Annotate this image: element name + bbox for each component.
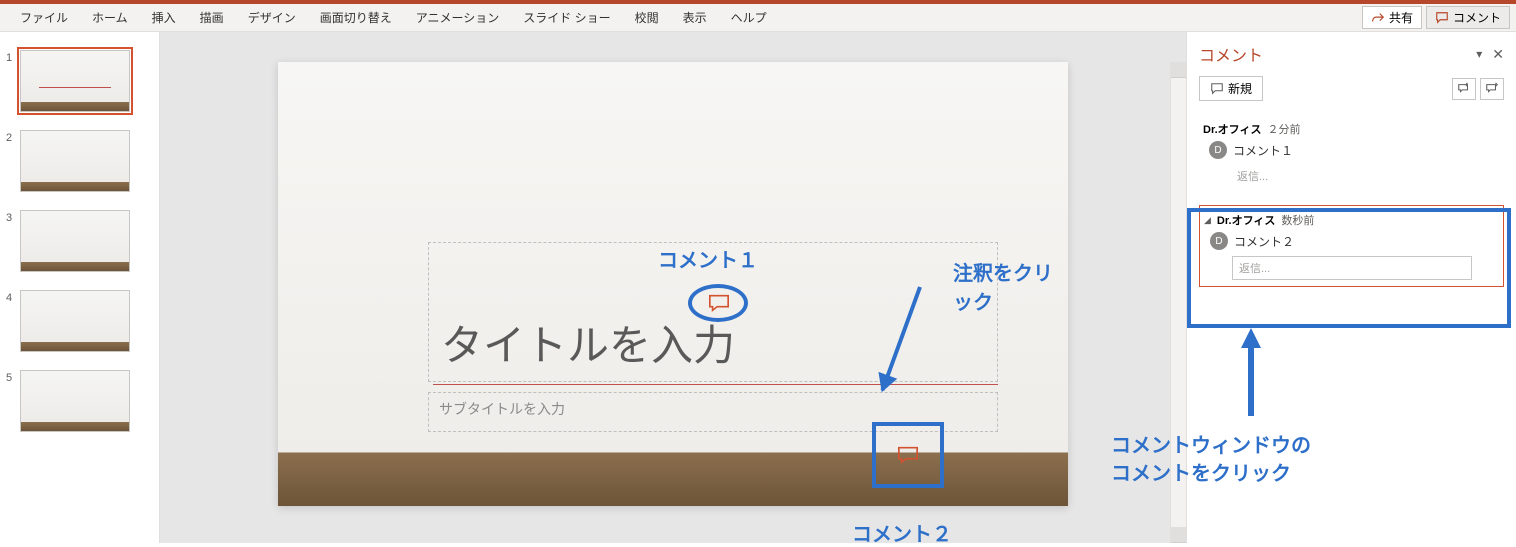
thumbnail-3[interactable] — [20, 210, 130, 272]
next-comment-icon — [1485, 82, 1499, 96]
comment-time: ２分前 — [1267, 121, 1300, 137]
share-button[interactable]: 共有 — [1362, 6, 1422, 29]
annotation-pane-label: コメントウィンドウの コメントをクリック — [1111, 432, 1311, 488]
comment-author: Dr.オフィス — [1203, 121, 1261, 137]
ribbon: ファイル ホーム 挿入 描画 デザイン 画面切り替え アニメーション スライド … — [0, 4, 1516, 32]
new-comment-icon — [1210, 82, 1224, 96]
thumbnail-4[interactable] — [20, 290, 130, 352]
comment-icon — [1435, 11, 1449, 25]
share-label: 共有 — [1389, 9, 1413, 26]
new-comment-button[interactable]: 新規 — [1199, 76, 1263, 101]
scroll-up-button[interactable] — [1171, 62, 1186, 78]
annotation-pane-arrow — [1241, 328, 1255, 418]
tab-insert[interactable]: 挿入 — [140, 4, 188, 32]
thumbnail-row[interactable]: 5 — [6, 370, 149, 432]
tab-slideshow[interactable]: スライド ショー — [511, 4, 622, 32]
title-placeholder-text: タイトルを入力 — [441, 312, 735, 373]
annotation-label-click: 注釈をクリック — [953, 257, 1068, 315]
thumbnail-number: 2 — [6, 130, 20, 144]
comments-pane-title: コメント — [1199, 42, 1263, 66]
thumbnail-row[interactable]: 3 — [6, 210, 149, 272]
tab-draw[interactable]: 描画 — [188, 4, 236, 32]
comment-text: コメント２ — [1234, 233, 1294, 250]
thumbnail-row[interactable]: 4 — [6, 290, 149, 352]
share-icon — [1371, 11, 1385, 25]
prev-comment-button[interactable] — [1452, 78, 1476, 100]
thumbnail-row[interactable]: 1 — [6, 50, 149, 112]
subtitle-placeholder-text: サブタイトルを入力 — [439, 401, 565, 417]
thumbnail-1[interactable] — [20, 50, 130, 112]
reply-input[interactable]: 返信... — [1231, 165, 1500, 187]
comments-pane: コメント ▾ ✕ 新規 Dr.オフィス — [1186, 32, 1516, 543]
prev-comment-icon — [1457, 82, 1471, 96]
scroll-down-button[interactable] — [1171, 527, 1186, 543]
main-area: 1 2 3 4 5 タイトルを入力 サブタイトルを入力 — [0, 32, 1516, 543]
tab-file[interactable]: ファイル — [8, 4, 80, 32]
next-comment-button[interactable] — [1480, 78, 1504, 100]
thumbnail-number: 3 — [6, 210, 20, 224]
tab-review[interactable]: 校閲 — [623, 4, 671, 32]
thumbnail-number: 1 — [6, 50, 20, 64]
tab-animations[interactable]: アニメーション — [404, 4, 512, 32]
collapse-triangle-icon[interactable]: ◢ — [1204, 215, 1211, 226]
comment-toggle-button[interactable]: コメント — [1426, 6, 1510, 29]
comment-time: 数秒前 — [1281, 212, 1314, 228]
comment-author: Dr.オフィス — [1217, 212, 1275, 228]
slide-canvas[interactable]: タイトルを入力 サブタイトルを入力 コメント１ 注釈をクリック コメント２ — [278, 62, 1068, 506]
pane-close-button[interactable]: ✕ — [1492, 46, 1504, 63]
thumbnail-2[interactable] — [20, 130, 130, 192]
comment-thread-selected[interactable]: ◢ Dr.オフィス 数秒前 D コメント２ 返信... — [1199, 205, 1504, 287]
thumbnail-5[interactable] — [20, 370, 130, 432]
avatar: D — [1210, 232, 1228, 250]
thumbnail-number: 4 — [6, 290, 20, 304]
tab-help[interactable]: ヘルプ — [719, 4, 779, 32]
reply-input[interactable]: 返信... — [1232, 256, 1472, 280]
tab-transitions[interactable]: 画面切り替え — [308, 4, 404, 32]
new-comment-label: 新規 — [1228, 80, 1252, 97]
comment-text: コメント１ — [1233, 142, 1293, 159]
tab-view[interactable]: 表示 — [671, 4, 719, 32]
tab-home[interactable]: ホーム — [80, 4, 140, 32]
thumbnail-number: 5 — [6, 370, 20, 384]
thumbnail-panel: 1 2 3 4 5 — [0, 32, 160, 543]
slide-editor[interactable]: タイトルを入力 サブタイトルを入力 コメント１ 注釈をクリック コメント２ — [160, 32, 1186, 543]
annotation-circle — [688, 284, 748, 322]
annotation-label-comment1: コメント１ — [658, 244, 758, 273]
thumbnail-row[interactable]: 2 — [6, 130, 149, 192]
tab-design[interactable]: デザイン — [236, 4, 308, 32]
comment-thread[interactable]: Dr.オフィス ２分前 D コメント１ 返信... — [1199, 115, 1504, 193]
title-underline — [433, 384, 998, 385]
avatar: D — [1209, 141, 1227, 159]
comment-toggle-label: コメント — [1453, 9, 1501, 26]
annotation-rectangle — [872, 422, 944, 488]
pane-options-button[interactable]: ▾ — [1476, 47, 1482, 61]
